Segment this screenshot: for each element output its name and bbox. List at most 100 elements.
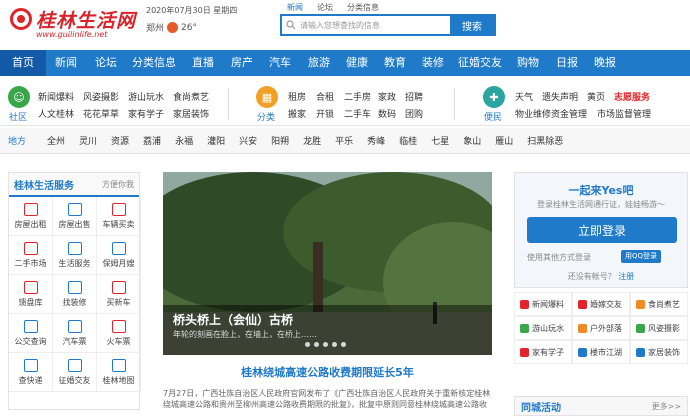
service-item[interactable]: 二手市场 — [9, 236, 53, 275]
area-link[interactable]: 永福 — [168, 134, 200, 147]
service-item[interactable]: 查快递 — [9, 353, 53, 392]
area-link[interactable]: 七星 — [424, 134, 456, 147]
carousel-dot[interactable] — [341, 342, 346, 347]
service-item[interactable]: 房屋出租 — [9, 197, 53, 236]
quick-link[interactable]: 团购 — [405, 107, 423, 120]
service-item[interactable]: 找装修 — [53, 275, 97, 314]
shortcut-item[interactable]: 风姿摄影 — [630, 316, 688, 340]
area-link[interactable]: 秀峰 — [360, 134, 392, 147]
area-link[interactable]: 资源 — [104, 134, 136, 147]
quick-link[interactable]: 家政 — [378, 90, 396, 103]
search-tab-news[interactable]: 新闻 — [280, 2, 310, 14]
search-tab-classified[interactable]: 分类信息 — [340, 2, 386, 14]
qq-login-button[interactable]: 用QQ登录 — [621, 250, 662, 263]
quick-link[interactable]: 数码 — [378, 107, 396, 120]
area-link[interactable]: 灵川 — [72, 134, 104, 147]
service-item[interactable]: 公交查询 — [9, 314, 53, 353]
area-link[interactable]: 灌阳 — [200, 134, 232, 147]
carousel-dot[interactable] — [314, 342, 319, 347]
service-item[interactable]: 买新车 — [97, 275, 141, 314]
nav-item-home[interactable]: 首页 — [0, 50, 46, 76]
carousel-dot[interactable] — [305, 342, 310, 347]
shortcut-item[interactable]: 食尚煮艺 — [630, 292, 688, 316]
quick-link[interactable]: 合租 — [316, 90, 334, 103]
search-tab-forum[interactable]: 论坛 — [310, 2, 340, 14]
nav-item-news[interactable]: 新闻 — [46, 50, 86, 76]
store-icon — [23, 280, 38, 294]
service-item[interactable]: 火车票 — [97, 314, 141, 353]
shortcut-item[interactable]: 楼市江湖 — [572, 340, 630, 364]
service-item[interactable]: 汽车票 — [53, 314, 97, 353]
area-link[interactable]: 雁山 — [488, 134, 520, 147]
area-link[interactable]: 全州 — [40, 134, 72, 147]
nav-item-education[interactable]: 教育 — [376, 50, 414, 76]
register-link[interactable]: 注册 — [618, 272, 634, 281]
quick-link[interactable]: 风姿摄影 — [83, 90, 119, 103]
quick-link[interactable]: 租房 — [288, 90, 306, 103]
nav-item-realestate[interactable]: 房产 — [224, 50, 260, 76]
nav-item-auto[interactable]: 汽车 — [260, 50, 300, 76]
area-link[interactable]: 龙胜 — [296, 134, 328, 147]
activities-more-link[interactable]: 更多>> — [652, 401, 681, 412]
area-link[interactable]: 平乐 — [328, 134, 360, 147]
nav-item-daily[interactable]: 日报 — [548, 50, 586, 76]
service-item[interactable]: 征婚交友 — [53, 353, 97, 392]
nav-item-live[interactable]: 直播 — [182, 50, 224, 76]
quick-link[interactable]: 二手房 — [344, 90, 371, 103]
banner-carousel[interactable]: 桥头桥上（会仙）古桥 年轮的刻画在脸上，在墙上，在桥上…… — [163, 172, 492, 355]
area-link[interactable]: 象山 — [456, 134, 488, 147]
shortcut-item[interactable]: 游山玩水 — [514, 316, 572, 340]
service-item[interactable]: 保姆月嫂 — [97, 236, 141, 275]
carousel-dot[interactable] — [332, 342, 337, 347]
service-item[interactable]: 车辆买卖 — [97, 197, 141, 236]
nav-item-forum[interactable]: 论坛 — [86, 50, 126, 76]
area-link[interactable]: 荔浦 — [136, 134, 168, 147]
nav-item-health[interactable]: 健康 — [338, 50, 376, 76]
nav-item-travel[interactable]: 旅游 — [300, 50, 338, 76]
service-item[interactable]: 桂林地图 — [97, 353, 141, 392]
carousel-dot[interactable] — [323, 342, 328, 347]
search-placeholder: 请输入您想查找的信息 — [300, 20, 380, 30]
area-link[interactable]: 临桂 — [392, 134, 424, 147]
service-item[interactable]: 生活服务 — [53, 236, 97, 275]
nav-item-classified[interactable]: 分类信息 — [126, 50, 182, 76]
city-name[interactable]: 郑州 — [146, 21, 164, 34]
quick-link[interactable]: 天气 — [515, 90, 533, 103]
quick-link[interactable]: 人文桂林 — [38, 107, 74, 120]
quick-link[interactable]: 招聘 — [405, 90, 423, 103]
shortcut-item[interactable]: 家居装饰 — [630, 340, 688, 364]
nav-item-decoration[interactable]: 装修 — [414, 50, 452, 76]
quick-link[interactable]: 家有学子 — [128, 107, 164, 120]
nav-item-shopping[interactable]: 购物 — [508, 50, 548, 76]
service-item[interactable]: 房屋出售 — [53, 197, 97, 236]
quick-link[interactable]: 花花草草 — [83, 107, 119, 120]
quick-link[interactable]: 物业维修资金管理 — [515, 107, 587, 120]
quick-link[interactable]: 食尚煮艺 — [173, 90, 209, 103]
search-input[interactable]: 请输入您想查找的信息 — [282, 16, 450, 34]
nanny-icon — [111, 241, 126, 255]
shortcut-item[interactable]: 户外部落 — [572, 316, 630, 340]
shortcut-item[interactable]: 婚嫁交友 — [572, 292, 630, 316]
headline-title[interactable]: 桂林绕城高速公路收费期限延长5年 — [163, 364, 492, 380]
shortcut-item[interactable]: 新闻爆料 — [514, 292, 572, 316]
quick-link-volunteer[interactable]: 志愿服务 — [614, 90, 650, 103]
quick-link[interactable]: 新闻爆料 — [38, 90, 74, 103]
service-item[interactable]: 馈盘库 — [9, 275, 53, 314]
quick-link[interactable]: 二手车 — [344, 107, 371, 120]
nav-item-dating[interactable]: 征婚交友 — [452, 50, 508, 76]
area-link[interactable]: 扫黑除恶 — [520, 134, 570, 147]
quick-link[interactable]: 搬家 — [288, 107, 306, 120]
quick-link[interactable]: 市场监督管理 — [597, 107, 651, 120]
quick-link[interactable]: 家居装饰 — [173, 107, 209, 120]
area-link[interactable]: 阳朔 — [264, 134, 296, 147]
search-button[interactable]: 搜索 — [450, 16, 494, 34]
nav-item-evening[interactable]: 晚报 — [586, 50, 624, 76]
area-link[interactable]: 兴安 — [232, 134, 264, 147]
login-button[interactable]: 立即登录 — [527, 217, 677, 243]
quick-link[interactable]: 黄页 — [587, 90, 605, 103]
quick-link[interactable]: 遗失声明 — [542, 90, 578, 103]
quick-link[interactable]: 游山玩水 — [128, 90, 164, 103]
site-logo[interactable]: 桂林生活网 www.guilinlife.net — [10, 6, 140, 40]
quick-link[interactable]: 开锁 — [316, 107, 334, 120]
shortcut-item[interactable]: 家有学子 — [514, 340, 572, 364]
